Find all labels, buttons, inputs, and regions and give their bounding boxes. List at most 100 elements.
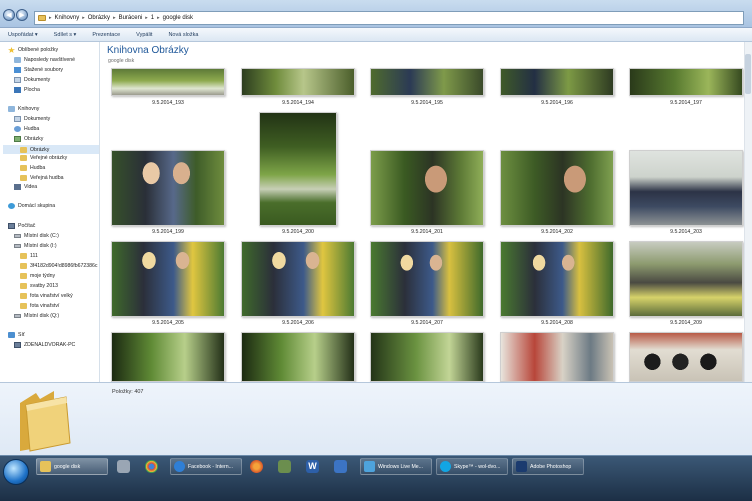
photo-caption: 9.5.2014_193 (152, 100, 184, 106)
photo-thumbnail[interactable] (629, 241, 743, 317)
nav-folder-hash[interactable]: 3f4182d904!d8986fb672386c (20, 263, 98, 269)
photo-thumbnail[interactable] (111, 332, 225, 382)
taskbar-explorer[interactable]: google disk (36, 458, 108, 475)
folder-icon (20, 155, 27, 161)
folder-icon (20, 391, 71, 452)
nav-public-pictures[interactable]: Veřejné obrázky (20, 155, 67, 161)
photo-thumbnail[interactable] (629, 68, 743, 96)
nav-computer[interactable]: Počítač (8, 223, 35, 229)
burn-button[interactable]: Vypálit (136, 32, 152, 38)
photo-thumbnail[interactable] (370, 68, 484, 96)
folder-icon (20, 273, 27, 279)
nav-folder-fota[interactable]: fota vinařství (20, 303, 59, 309)
photo-thumbnail[interactable] (241, 332, 355, 382)
photo-caption: 9.5.2014_208 (541, 320, 573, 326)
photo-caption: 9.5.2014_203 (670, 229, 702, 235)
word-icon[interactable]: W (306, 460, 319, 473)
nav-folder-111[interactable]: 111 (20, 253, 38, 259)
computer-icon (8, 223, 15, 229)
folder-icon (20, 253, 27, 259)
photo-thumbnail[interactable] (370, 150, 484, 226)
taskbar-windows-live[interactable]: Windows Live Me... (360, 458, 432, 475)
nav-disk-c[interactable]: Místní disk (C:) (14, 233, 59, 239)
photo-caption: 9.5.2014_199 (152, 229, 184, 235)
music-icon (14, 126, 21, 132)
chrome-icon[interactable] (145, 460, 158, 473)
app-icon[interactable] (334, 460, 347, 473)
organize-button[interactable]: Uspořádat ▾ (8, 32, 38, 38)
taskbar: google disk Facebook - Intern... W Windo… (0, 455, 752, 501)
breadcrumb-buraceni[interactable]: Buráceni (119, 15, 143, 21)
photo-thumbnail[interactable] (111, 68, 225, 96)
photo-thumbnail[interactable] (370, 241, 484, 317)
taskbar-skype[interactable]: Skype™ - wol-dvo... (436, 458, 508, 475)
photo-thumbnail[interactable] (500, 150, 614, 226)
nav-library-documents[interactable]: Dokumenty (14, 116, 50, 122)
folder-icon (20, 165, 27, 171)
slideshow-button[interactable]: Prezentace (92, 32, 120, 38)
nav-folder-svatby[interactable]: svatby 2013 (20, 283, 58, 289)
paint-icon[interactable] (117, 460, 130, 473)
photo-caption: 9.5.2014_197 (670, 100, 702, 106)
breadcrumb-pictures[interactable]: Obrázky (88, 15, 110, 21)
nav-library-music[interactable]: Hudba (14, 126, 39, 132)
nav-downloads[interactable]: Stažené soubory (14, 67, 63, 73)
share-with-button[interactable]: Sdílet s ▾ (54, 32, 77, 38)
address-bar-area: ◀ ▶ ▸ Knihovny ▸ Obrázky ▸ Buráceni ▸ 1 … (0, 0, 752, 28)
photo-thumbnail[interactable] (500, 68, 614, 96)
address-bar[interactable]: ▸ Knihovny ▸ Obrázky ▸ Buráceni ▸ 1 ▸ go… (34, 11, 744, 25)
scrollbar-thumb[interactable] (745, 54, 751, 94)
nav-library-pictures[interactable]: Obrázky (14, 136, 43, 142)
photo-thumbnail[interactable] (241, 241, 355, 317)
documents-icon (14, 116, 21, 122)
photo-thumbnail[interactable] (370, 332, 484, 382)
file-view[interactable]: Knihovna Obrázky google disk 9.5.2014_19… (101, 42, 752, 382)
nav-documents-favorite[interactable]: Dokumenty (14, 77, 50, 83)
nav-disk-i[interactable]: Místní disk (I:) (14, 243, 57, 249)
forward-button[interactable]: ▶ (16, 9, 28, 21)
network-icon (8, 332, 15, 338)
breadcrumb-libraries[interactable]: Knihovny (55, 15, 80, 21)
photo-thumbnail[interactable] (500, 332, 614, 382)
photo-caption: 9.5.2014_200 (282, 229, 314, 235)
breadcrumb-separator: ▸ (157, 15, 160, 21)
breadcrumb-separator: ▸ (145, 15, 148, 21)
photo-thumbnail[interactable] (629, 150, 743, 226)
breadcrumb-1[interactable]: 1 (151, 15, 154, 21)
nav-videos[interactable]: Videa (14, 184, 37, 190)
nav-network-pc[interactable]: ZDENALDVORAK-PC (14, 342, 75, 348)
photo-caption: 9.5.2014_196 (541, 100, 573, 106)
vertical-scrollbar[interactable] (744, 42, 752, 382)
nav-desktop[interactable]: Plocha (14, 87, 40, 93)
photo-thumbnail[interactable] (241, 68, 355, 96)
photo-thumbnail[interactable] (111, 150, 225, 226)
nav-disk-q[interactable]: Místní disk (Q:) (14, 313, 59, 319)
firefox-icon[interactable] (250, 460, 263, 473)
app-icon[interactable] (278, 460, 291, 473)
photo-thumbnail[interactable] (259, 112, 337, 226)
new-folder-button[interactable]: Nová složka (168, 32, 198, 38)
nav-libraries[interactable]: Knihovny (8, 106, 39, 112)
nav-pictures-folder-selected[interactable]: Obrázky (3, 145, 99, 154)
nav-favorites[interactable]: Oblíbené položky (8, 47, 58, 53)
start-button[interactable] (3, 459, 29, 485)
photo-caption: 9.5.2014_201 (411, 229, 443, 235)
nav-public-music[interactable]: Veřejná hudba (20, 175, 63, 181)
item-count: Položky: 407 (112, 389, 144, 395)
taskbar-facebook[interactable]: Facebook - Intern... (170, 458, 242, 475)
navigation-pane[interactable]: Oblíbené položky Naposledy navštívené St… (0, 42, 100, 382)
photo-caption: 9.5.2014_202 (541, 229, 573, 235)
breadcrumb-separator: ▸ (113, 15, 116, 21)
photo-thumbnail[interactable] (629, 332, 743, 382)
nav-folder-moje-tydny[interactable]: moje týdny (20, 273, 55, 279)
photo-thumbnail[interactable] (111, 241, 225, 317)
back-button[interactable]: ◀ (3, 9, 15, 21)
breadcrumb-google-disk[interactable]: google disk (163, 15, 193, 21)
nav-recent-places[interactable]: Naposledy navštívené (14, 57, 75, 63)
taskbar-photoshop[interactable]: Adobe Photoshop (512, 458, 584, 475)
nav-network[interactable]: Síť (8, 332, 25, 338)
nav-homegroup[interactable]: Domácí skupina (8, 203, 55, 209)
nav-folder-fota-velky[interactable]: fota vinařství velký (20, 293, 73, 299)
photo-thumbnail[interactable] (500, 241, 614, 317)
nav-music-folder[interactable]: Hudba (20, 165, 45, 171)
